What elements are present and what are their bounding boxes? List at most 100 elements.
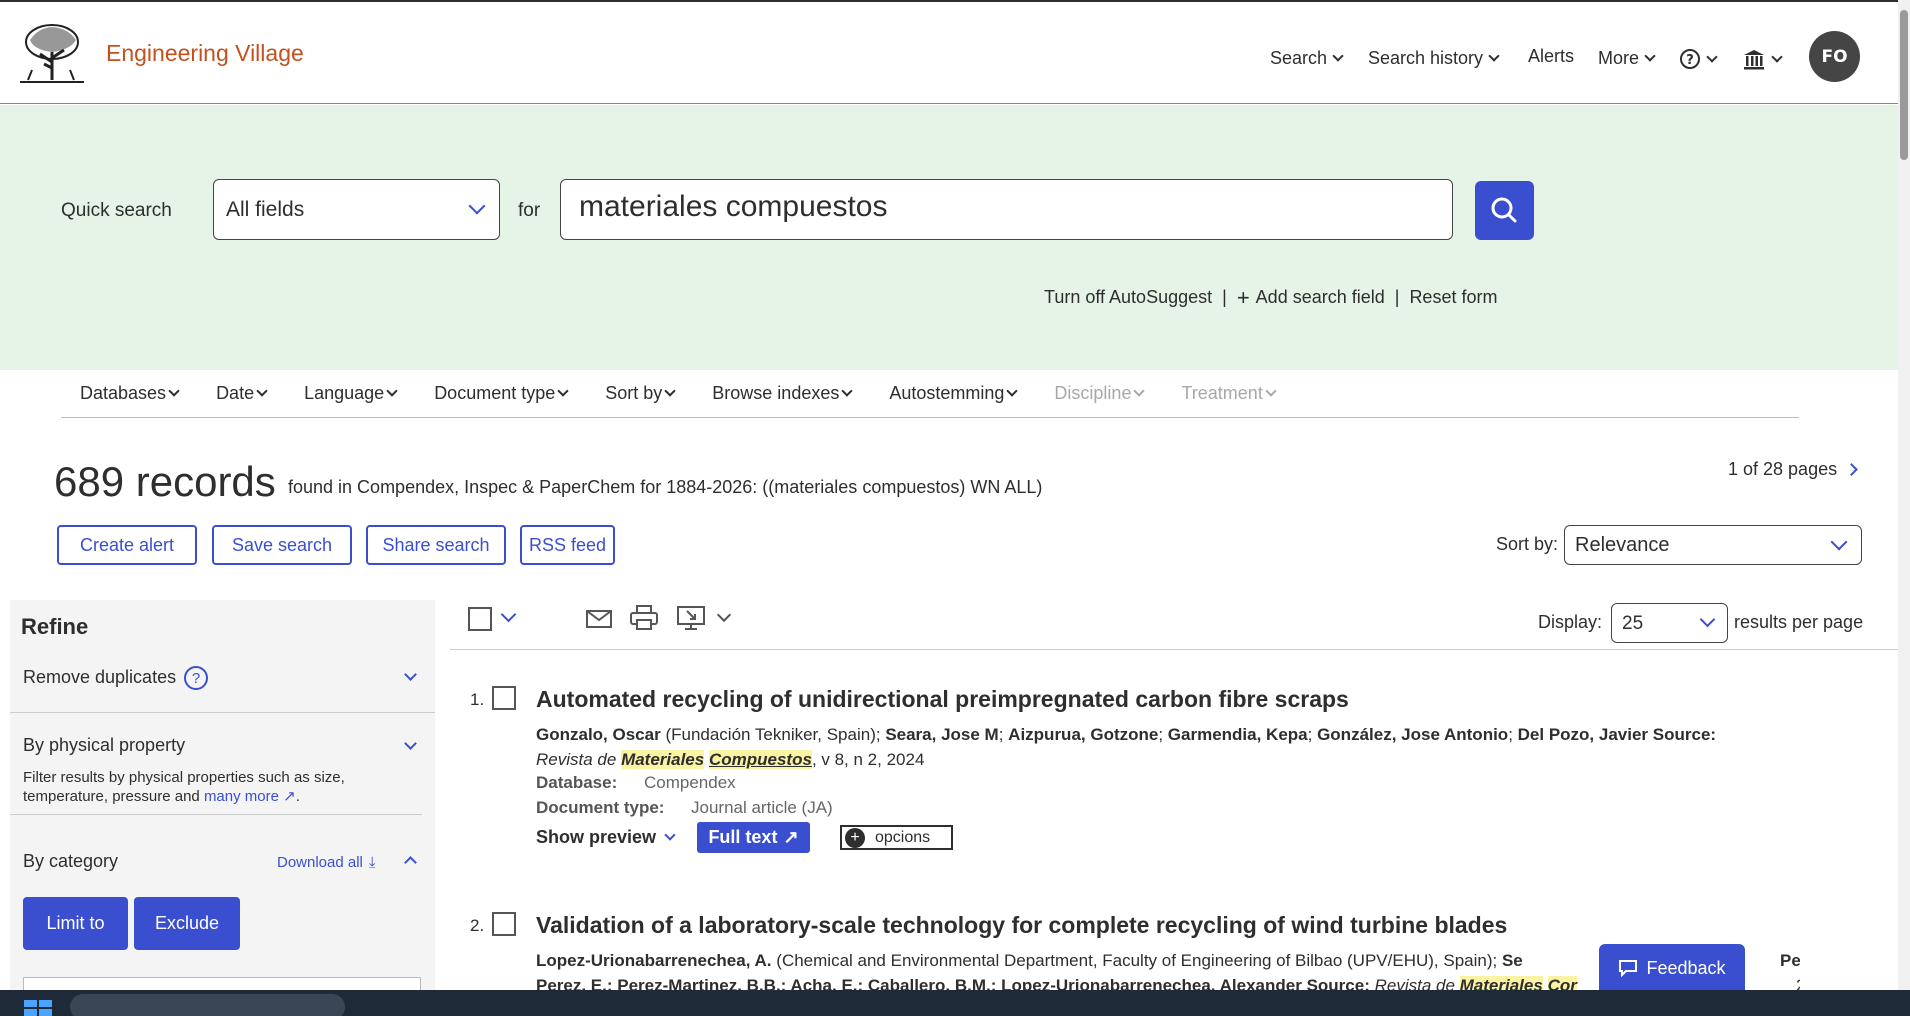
display-label: Display: — [1538, 612, 1603, 632]
help-circle-icon[interactable]: ? — [184, 666, 209, 690]
chevron-down-icon[interactable] — [404, 737, 417, 750]
email-icon[interactable] — [586, 608, 612, 630]
page-scrollbar[interactable] — [1898, 0, 1910, 990]
add-search-field-link[interactable]: + Add search field — [1237, 286, 1385, 308]
author-link[interactable]: Gonzalo, Oscar — [536, 725, 661, 744]
filter-discipline: Discipline — [1054, 383, 1146, 404]
highlighted-term[interactable]: Compuestos — [708, 750, 812, 769]
author-link[interactable]: Garmendia, Kepa — [1168, 725, 1308, 744]
result-authors: Gonzalo, Oscar (Fundación Tekniker, Spai… — [536, 725, 1717, 769]
chevron-down-icon — [664, 829, 676, 841]
share-search-button[interactable]: Share search — [366, 525, 506, 565]
save-search-button[interactable]: Save search — [212, 525, 352, 565]
search-field-value: All fields — [226, 198, 305, 221]
autosuggest-toggle[interactable]: Turn off AutoSuggest — [1044, 287, 1212, 308]
search-input[interactable]: materiales compuestos — [560, 179, 1453, 240]
many-more-link[interactable]: many more ↗ — [204, 788, 296, 805]
chevron-down-icon — [1699, 611, 1716, 628]
database-label: Database: — [536, 773, 618, 792]
result-title[interactable]: Automated recycling of unidirectional pr… — [536, 686, 1349, 713]
options-button[interactable]: + opcions — [840, 825, 953, 850]
remove-duplicates[interactable]: Remove duplicates? — [23, 666, 209, 690]
external-link-icon: ↗ — [283, 788, 296, 805]
app-title[interactable]: Engineering Village — [106, 40, 304, 67]
filter-language[interactable]: Language — [304, 383, 398, 404]
chevron-down-icon[interactable] — [404, 668, 417, 681]
chevron-down-icon — [557, 385, 569, 397]
search-summary: found in Compendex, Inspec & PaperChem f… — [288, 477, 1043, 497]
separator: | — [1394, 287, 1400, 307]
chevron-down-icon — [1706, 50, 1718, 63]
result-checkbox[interactable] — [492, 686, 516, 710]
author-link[interactable]: González, Jose Antonio — [1317, 725, 1508, 744]
full-text-button[interactable]: Full text ↗ — [697, 822, 810, 853]
document-type-row: Document type: Journal article (JA) — [536, 798, 833, 818]
avatar[interactable]: FO — [1809, 31, 1860, 82]
windows-start-icon[interactable] — [24, 998, 54, 1016]
chevron-right-icon[interactable] — [1845, 463, 1858, 476]
sort-select[interactable]: Relevance — [1564, 525, 1862, 565]
top-header: Engineering Village Search Search histor… — [0, 0, 1898, 104]
chevron-down-icon — [256, 385, 268, 397]
author-link[interactable]: Seara, Jose M — [885, 725, 998, 744]
display-select[interactable]: 25 — [1611, 603, 1728, 643]
page-indicator: 1 of 28 pages — [1728, 459, 1838, 479]
add-search-field-label: Add search field — [1255, 287, 1385, 307]
nav-search-history[interactable]: Search history — [1368, 48, 1500, 69]
by-physical-property[interactable]: By physical property — [23, 735, 185, 756]
filter-date[interactable]: Date — [216, 383, 268, 404]
nav-search[interactable]: Search — [1270, 48, 1344, 69]
reset-form-link[interactable]: Reset form — [1409, 287, 1497, 308]
institution-menu[interactable] — [1742, 48, 1783, 70]
result-checkbox[interactable] — [492, 912, 516, 936]
os-taskbar — [0, 990, 1910, 1016]
print-icon[interactable] — [630, 605, 658, 631]
filter-browse-indexes[interactable]: Browse indexes — [712, 383, 854, 404]
elsevier-logo[interactable] — [18, 22, 86, 84]
journal-name: Revista de — [536, 750, 617, 769]
create-alert-button[interactable]: Create alert — [57, 525, 197, 565]
download-all-link[interactable]: Download all ⤓ — [277, 854, 376, 871]
author-link[interactable]: Se — [1502, 951, 1523, 970]
show-preview-toggle[interactable]: Show preview — [536, 827, 676, 848]
feedback-label: Feedback — [1646, 957, 1726, 978]
author-link[interactable]: Del Pozo, Javier — [1518, 725, 1648, 744]
exclude-button[interactable]: Exclude — [134, 897, 240, 950]
filter-label: Databases — [80, 383, 167, 403]
result-number: 2. — [470, 916, 485, 935]
limit-to-button[interactable]: Limit to — [23, 897, 128, 950]
search-field-select[interactable]: All fields — [213, 179, 500, 240]
nav-more[interactable]: More — [1598, 48, 1656, 69]
chevron-down-icon — [386, 385, 398, 397]
filter-label: Date — [216, 383, 255, 403]
chat-icon — [1619, 960, 1638, 977]
search-button[interactable] — [1475, 181, 1534, 240]
chevron-up-icon[interactable] — [404, 856, 417, 869]
chevron-down-icon — [1830, 533, 1848, 551]
help-menu[interactable]: ? — [1679, 48, 1718, 70]
filter-autostemming[interactable]: Autostemming — [889, 383, 1019, 404]
pagination[interactable]: 1 of 28 pages — [1728, 459, 1858, 480]
author-link[interactable]: Perez- — [1780, 948, 1800, 973]
author-affiliation: (Chemical and Environmental Department, … — [776, 951, 1498, 970]
result-title[interactable]: Validation of a laboratory-scale technol… — [536, 912, 1507, 939]
chevron-down-icon[interactable] — [716, 607, 732, 623]
select-all-checkbox[interactable] — [468, 607, 492, 631]
rss-feed-button[interactable]: RSS feed — [520, 525, 615, 565]
scrollbar-thumb[interactable] — [1900, 10, 1908, 160]
full-text-label: Full text — [708, 827, 778, 847]
taskbar-search[interactable] — [70, 994, 345, 1016]
filter-databases[interactable]: Databases — [80, 383, 180, 404]
nav-alerts[interactable]: Alerts — [1528, 46, 1574, 67]
feedback-button[interactable]: Feedback — [1599, 944, 1745, 992]
chevron-down-icon — [1771, 50, 1783, 63]
chevron-down-icon[interactable] — [500, 606, 517, 623]
author-link[interactable]: Aizpurua, Gotzone — [1008, 725, 1158, 744]
divider — [10, 814, 422, 815]
chevron-down-icon — [468, 197, 486, 215]
filter-sort-by[interactable]: Sort by — [605, 383, 676, 404]
filter-document-type[interactable]: Document type — [434, 383, 569, 404]
export-icon[interactable] — [677, 605, 705, 631]
chevron-down-icon — [1265, 385, 1277, 397]
author-link[interactable]: Lopez-Urionabarrenechea, A. — [536, 951, 772, 970]
